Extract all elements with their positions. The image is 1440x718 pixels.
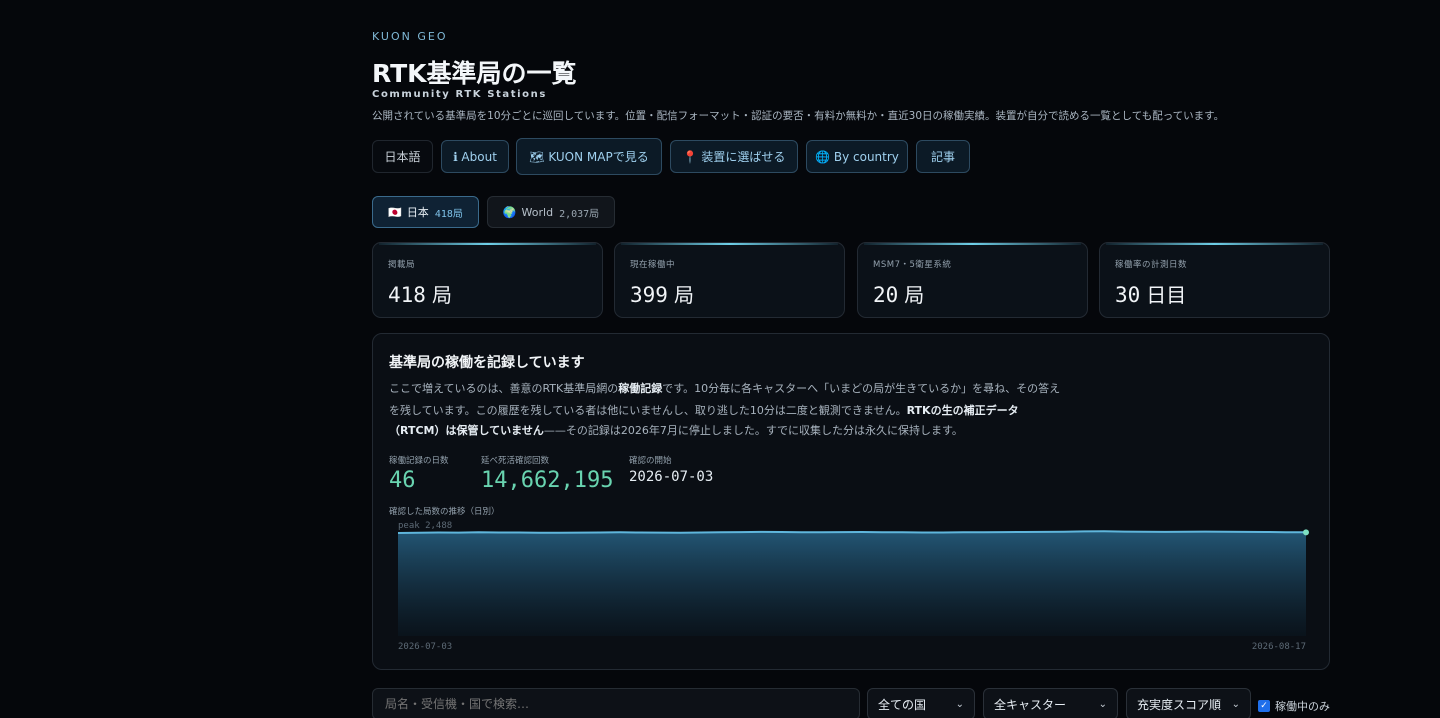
days-metric-value: 46 xyxy=(389,468,416,493)
active-only-checkbox[interactable]: ✓ 稼働中のみ xyxy=(1258,698,1330,714)
region-count: 418局 xyxy=(434,208,463,220)
stat-value: 399 局 xyxy=(630,279,694,308)
stat-card-active: 現在稼働中 399 局 xyxy=(614,242,845,318)
x-tick-end: 2026-08-17 xyxy=(1252,642,1306,652)
start-metric-value: 2026-07-03 xyxy=(629,469,714,485)
text-span: ここで増えているのは、善意のRTK基準局網の xyxy=(389,382,619,395)
checks-metric-value: 14,662,195 xyxy=(481,468,614,493)
region-tab-japan[interactable]: 🇯🇵 日本 418局 xyxy=(372,196,479,228)
brand-label: KUON GEO xyxy=(372,30,448,43)
chevron-down-icon: ⌄ xyxy=(955,698,964,710)
device-select-button[interactable]: 📍 装置に選ばせる xyxy=(670,140,798,173)
chart-svg: peak 2,488 2026-07-03 2026-08-17 xyxy=(397,521,1309,652)
uptime-record-panel: 基準局の稼働を記録しています ここで増えているのは、善意のRTK基準局網の稼働記… xyxy=(372,333,1330,670)
caster-select[interactable]: 全キャスター ⌄ xyxy=(983,688,1118,718)
stat-number: 20 xyxy=(873,283,899,307)
stat-value: 418 局 xyxy=(388,279,452,308)
japan-flag-icon: 🇯🇵 xyxy=(388,205,402,219)
stat-unit: 局 xyxy=(904,283,925,307)
globe-icon: 🌍 xyxy=(502,205,517,219)
stat-label: 掲載局 xyxy=(388,260,416,270)
region-count: 2,037局 xyxy=(559,208,600,220)
select-value: 全キャスター xyxy=(994,697,1067,712)
record-paragraph-line2: を残しています。この履歴を残している者は他にいませんし、取り逃した10分は二度と… xyxy=(389,402,1019,418)
page-description: 公開されている基準局を10分ごとに巡回しています。位置・配信フォーマット・認証の… xyxy=(372,110,1225,122)
text-span: ——その記録は2026年7月に停止しました。すでに収集した分は永久に保持します。 xyxy=(543,424,963,437)
stat-unit: 局 xyxy=(673,283,694,307)
station-count-chart: peak 2,488 2026-07-03 2026-08-17 xyxy=(389,518,1315,654)
about-button[interactable]: ℹ About xyxy=(441,140,509,173)
x-tick-start: 2026-07-03 xyxy=(398,642,452,652)
checkbox-label: 稼働中のみ xyxy=(1275,700,1330,713)
by-country-button[interactable]: 🌐 By country xyxy=(806,140,908,173)
country-select[interactable]: 全ての国 ⌄ xyxy=(867,688,975,718)
page-title: RTK基準局の一覧 xyxy=(372,59,577,88)
checks-metric-label: 延べ死活確認回数 xyxy=(481,456,550,466)
region-label: World xyxy=(521,205,554,219)
stat-label: MSM7・5衛星系統 xyxy=(873,260,952,270)
start-metric-label: 確認の開始 xyxy=(629,456,672,466)
search-input[interactable] xyxy=(372,688,860,718)
stat-label: 稼働率の計測日数 xyxy=(1115,260,1188,270)
stat-unit: 日目 xyxy=(1146,283,1187,307)
bold-span: RTKの生の補正データ xyxy=(906,404,1019,417)
text-span: です。10分毎に各キャスターへ「いまどの局が生きているか」を尋ね、その答え xyxy=(662,382,1061,395)
stat-unit: 局 xyxy=(431,283,452,307)
checkmark-icon[interactable]: ✓ xyxy=(1258,700,1270,712)
stat-card-msm7: MSM7・5衛星系統 20 局 xyxy=(857,242,1088,318)
peak-label: peak 2,488 xyxy=(398,521,452,531)
stat-card-days: 稼働率の計測日数 30 日目 xyxy=(1099,242,1330,318)
select-value: 充実度スコア順 xyxy=(1137,697,1222,712)
stat-card-listed: 掲載局 418 局 xyxy=(372,242,603,318)
chart-area xyxy=(398,531,1306,636)
chart-line xyxy=(397,530,1307,534)
page-subtitle: Community RTK Stations xyxy=(372,89,547,100)
days-metric-label: 稼働記録の日数 xyxy=(389,456,449,466)
bold-span: （RTCM）は保管していません xyxy=(389,424,544,437)
stat-value: 20 局 xyxy=(873,279,924,308)
region-label: 日本 xyxy=(406,206,429,219)
record-paragraph-line1: ここで増えているのは、善意のRTK基準局網の稼働記録です。10分毎に各キャスター… xyxy=(389,380,1060,396)
select-value: 全ての国 xyxy=(878,697,927,712)
record-heading: 基準局の稼働を記録しています xyxy=(389,355,585,371)
sort-select[interactable]: 充実度スコア順 ⌄ xyxy=(1126,688,1251,718)
record-paragraph-line3: （RTCM）は保管していません——その記録は2026年7月に停止しました。すでに… xyxy=(389,422,963,438)
stat-number: 399 xyxy=(630,283,668,307)
articles-button[interactable]: 記事 xyxy=(916,140,970,173)
stat-number: 30 xyxy=(1115,283,1141,307)
kuon-map-button[interactable]: 🗺 KUON MAPで見る xyxy=(516,138,662,175)
bold-span: 稼働記録 xyxy=(618,382,663,395)
text-span: を残しています。この履歴を残している者は他にいませんし、取り逃した10分は二度と… xyxy=(389,404,907,417)
stat-label: 現在稼働中 xyxy=(630,260,676,270)
region-tab-world[interactable]: 🌍 World 2,037局 xyxy=(487,196,615,228)
chart-title: 確認した局数の推移（日別） xyxy=(389,507,500,517)
chart-end-marker xyxy=(1303,529,1309,536)
stat-value: 30 日目 xyxy=(1115,279,1186,308)
language-button[interactable]: 日本語 xyxy=(372,140,433,173)
chevron-down-icon: ⌄ xyxy=(1098,698,1107,710)
stat-number: 418 xyxy=(388,283,426,307)
chevron-down-icon: ⌄ xyxy=(1231,698,1240,710)
